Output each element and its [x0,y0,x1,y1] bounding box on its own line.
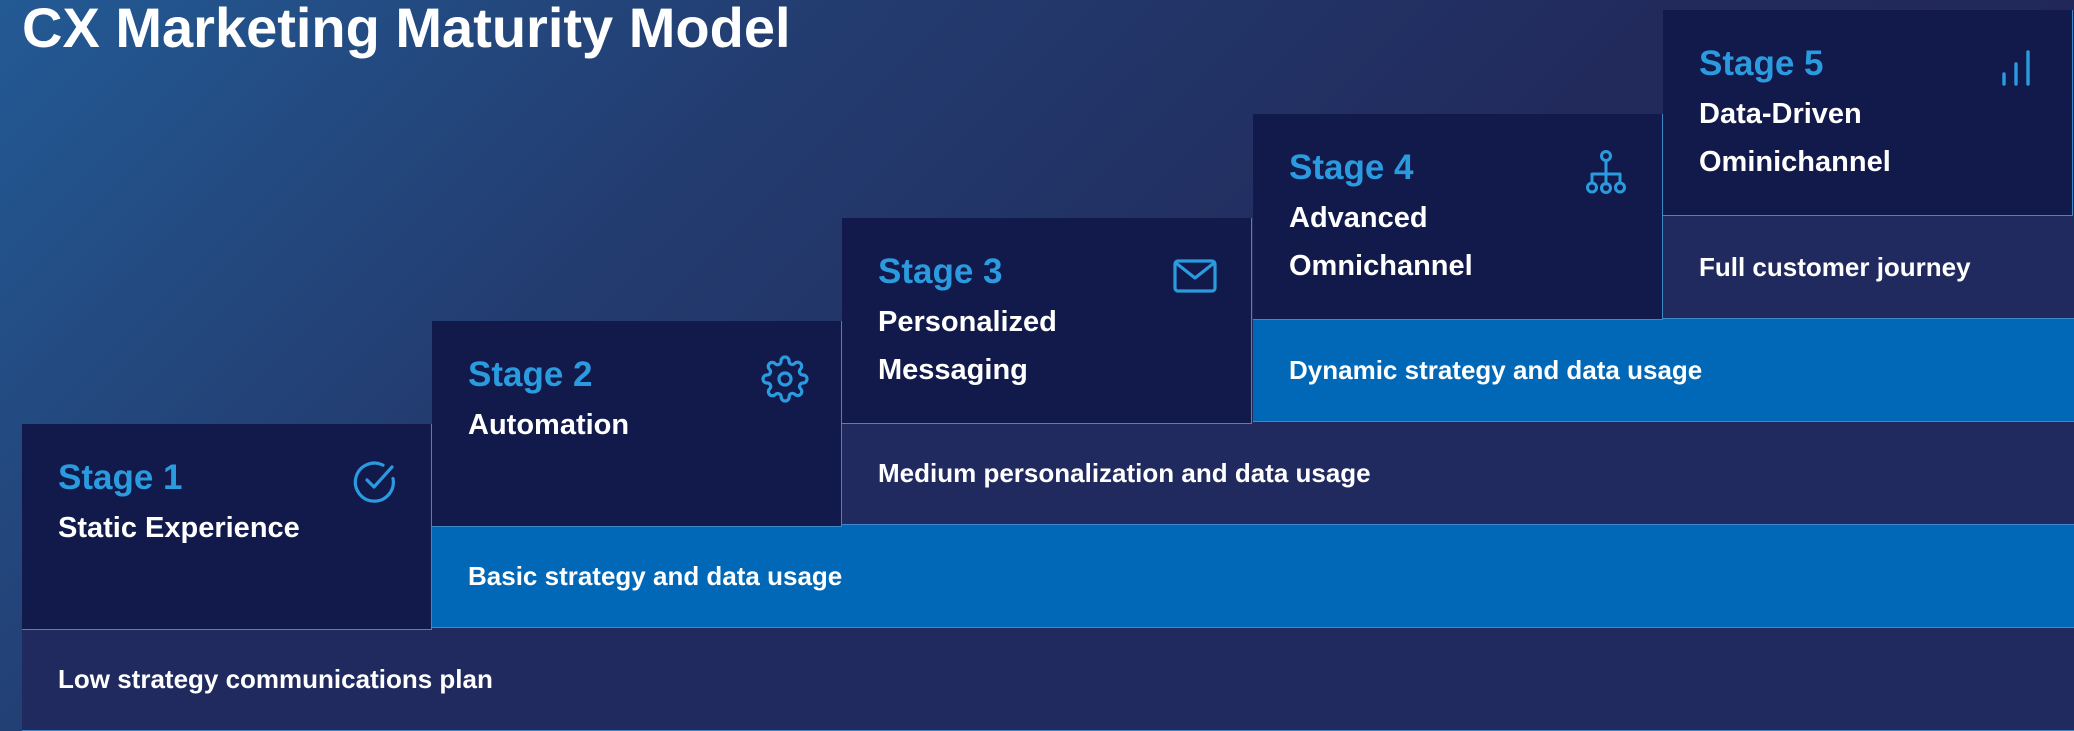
stage-4-label: Stage 4 [1289,148,1414,187]
stage-3-name: Personalized Messaging [878,306,1057,386]
level-bar-3: Medium personalization and data usage [842,422,2074,525]
check-circle-icon [351,458,399,506]
page-title: CX Marketing Maturity Model [22,0,791,59]
stage-5-label: Stage 5 [1699,44,1824,83]
stage-5-name: Data-Driven Ominichannel [1699,98,1891,178]
stage-4-name: Advanced Omnichannel [1289,202,1473,282]
level-bar-4: Dynamic strategy and data usage [1253,319,2074,422]
level-bar-1-text: Low strategy communications plan [58,664,493,694]
gear-icon [761,355,809,403]
stage-1-box: Stage 1 Static Experience [22,424,432,630]
stage-4-box: Stage 4 Advanced Omnichannel [1253,114,1663,320]
stage-1-label: Stage 1 [58,458,183,497]
stage-3-box: Stage 3 Personalized Messaging [842,218,1252,424]
level-bar-2-text: Basic strategy and data usage [468,561,843,591]
stage-5-box: Stage 5 Data-Driven Ominichannel [1663,10,2073,216]
level-bar-4-text: Dynamic strategy and data usage [1289,355,1703,385]
stage-2-name: Automation [468,409,630,441]
envelope-icon [1171,252,1219,300]
level-bar-5: Full customer journey [1663,216,2074,319]
level-bar-3-text: Medium personalization and data usage [878,458,1371,488]
level-bar-5-text: Full customer journey [1699,252,1971,282]
stage-2-label: Stage 2 [468,355,593,394]
stage-3-label: Stage 3 [878,252,1003,291]
signal-bars-icon [1992,44,2040,92]
level-bar-2: Basic strategy and data usage [432,525,2074,628]
hierarchy-icon [1582,148,1630,196]
level-bar-1: Low strategy communications plan [22,628,2074,731]
stage-1-name: Static Experience [58,512,300,544]
stage-2-box: Stage 2 Automation [432,321,842,527]
